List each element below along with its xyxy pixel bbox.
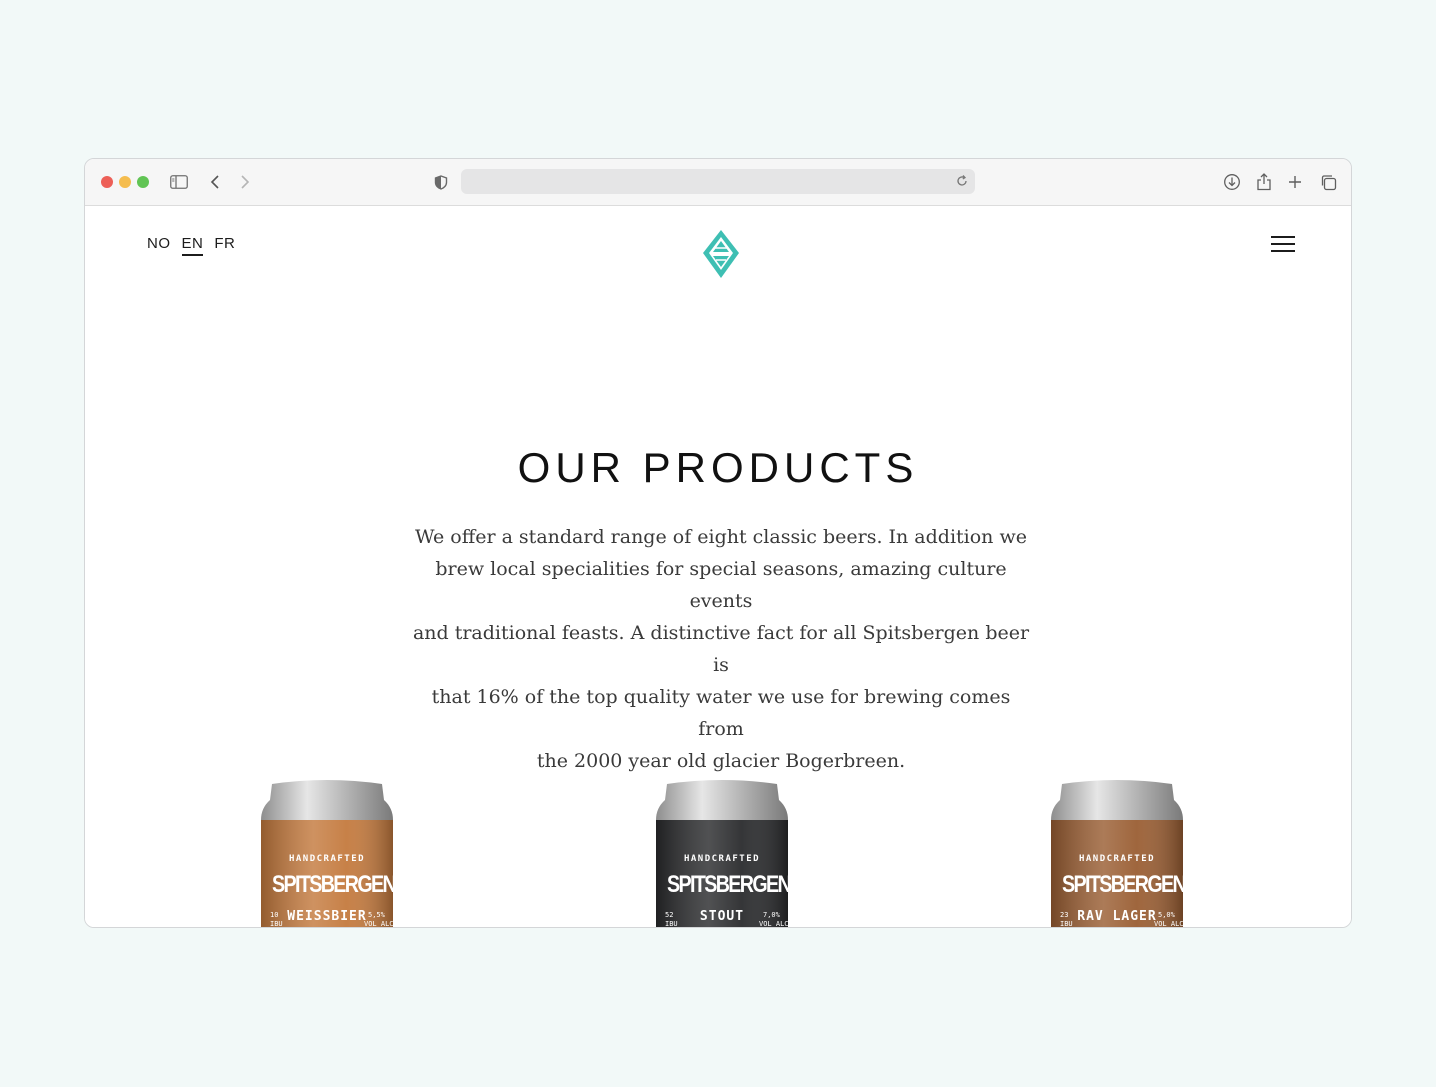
can-ibu-value: 10: [270, 911, 279, 919]
intro-paragraph: We offer a standard range of eight class…: [407, 521, 1035, 777]
can-brand: SPITSBERGEN: [1062, 871, 1187, 898]
can-ibu-unit: IBU: [270, 920, 283, 928]
intro-line: brew local specialities for special seas…: [435, 558, 1007, 612]
can-abv-value: 5,5%: [368, 911, 385, 919]
can-abv-value: 5,0%: [1158, 911, 1175, 919]
can-ibu-unit: IBU: [665, 920, 678, 928]
can-tag: HANDCRAFTED: [683, 854, 761, 864]
can-ibu-unit: IBU: [1060, 920, 1073, 928]
can-abv-unit: VOL ALC: [364, 920, 394, 928]
new-tab-icon[interactable]: [1284, 171, 1306, 193]
hamburger-menu-icon[interactable]: [1271, 236, 1295, 254]
product-can-weissbier[interactable]: HANDCRAFTED SPITSBERGEN WEISSBIER 10 IBU 5,5%…: [260, 778, 397, 928]
sidebar-toggle-icon[interactable]: [168, 171, 190, 193]
privacy-shield-icon[interactable]: [430, 171, 452, 193]
browser-toolbar: [85, 159, 1351, 206]
intro-line: We offer a standard range of eight class…: [415, 526, 1027, 548]
share-icon[interactable]: [1253, 171, 1275, 193]
lang-en-link[interactable]: EN: [181, 235, 204, 256]
can-abv-unit: VOL ALC: [759, 920, 789, 928]
forward-icon[interactable]: [234, 171, 256, 193]
intro-line: that 16% of the top quality water we use…: [431, 686, 1011, 740]
can-tag: HANDCRAFTED: [1078, 854, 1156, 864]
reload-icon[interactable]: [955, 174, 969, 188]
can-ibu-value: 23: [1060, 911, 1069, 919]
maximize-window-button[interactable]: [137, 176, 149, 188]
language-switcher: NO EN FR: [147, 235, 235, 256]
address-bar[interactable]: [461, 169, 975, 194]
can-ibu-value: 52: [665, 911, 674, 919]
intro-line: and traditional feasts. A distinctive fa…: [412, 622, 1030, 676]
browser-window: NO EN FR OUR PRODUCTS We offer a standar…: [84, 158, 1352, 928]
intro-line: the 2000 year old glacier Bogerbreen.: [536, 750, 906, 772]
diamond-mountain-logo-icon[interactable]: [701, 228, 741, 285]
can-abv-unit: VOL ALC: [1154, 920, 1184, 928]
lang-no-link[interactable]: NO: [147, 235, 171, 256]
can-abv-value: 7,0%: [763, 911, 780, 919]
lang-fr-link[interactable]: FR: [214, 235, 235, 256]
can-brand: SPITSBERGEN: [272, 871, 397, 898]
can-brand: SPITSBERGEN: [667, 871, 792, 898]
product-can-rav-lager[interactable]: HANDCRAFTED SPITSBERGEN RAV LAGER 23 IBU 5,0%…: [1050, 778, 1187, 928]
back-icon[interactable]: [204, 171, 226, 193]
product-can-stout[interactable]: HANDCRAFTED SPITSBERGEN STOUT 52 IBU 7,0% VOL …: [655, 778, 792, 928]
close-window-button[interactable]: [101, 176, 113, 188]
minimize-window-button[interactable]: [119, 176, 131, 188]
download-icon[interactable]: [1221, 171, 1243, 193]
tab-overview-icon[interactable]: [1317, 171, 1339, 193]
web-page: NO EN FR OUR PRODUCTS We offer a standar…: [85, 206, 1351, 928]
can-tag: HANDCRAFTED: [288, 854, 366, 864]
page-title: OUR PRODUCTS: [517, 444, 919, 491]
